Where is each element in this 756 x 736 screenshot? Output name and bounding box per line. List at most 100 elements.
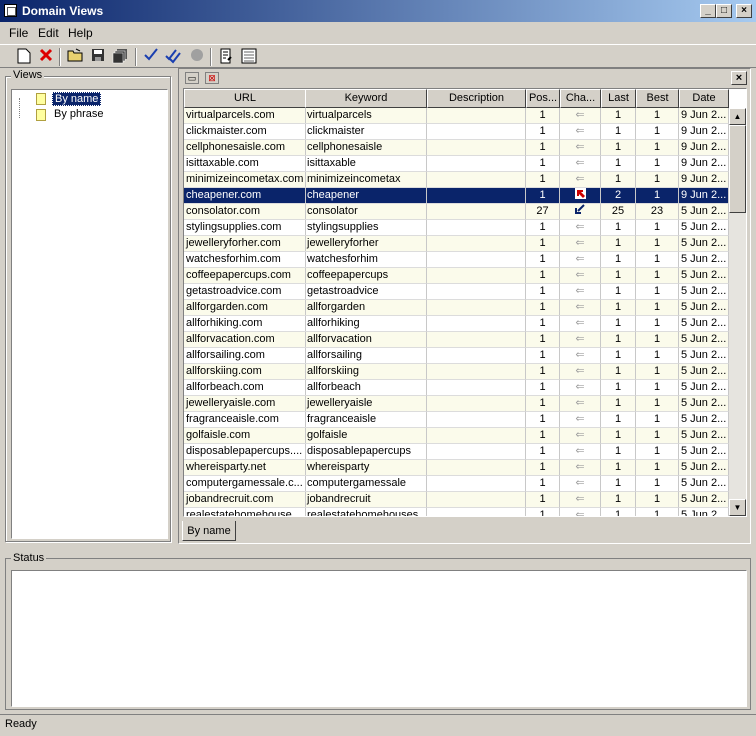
- col-best-cell: 1: [636, 476, 679, 492]
- table-row[interactable]: getastroadvice.com getastroadvice 1 ⇐ 1 1 5 Ju…: [184, 284, 729, 300]
- col-url-cell: allforbeach.com: [184, 380, 306, 396]
- table-row[interactable]: jewelleryforher.com jewelleryforher 1 ⇐ 1 1 5 …: [184, 236, 729, 252]
- views-tree[interactable]: By name By phrase: [11, 89, 168, 539]
- table-row[interactable]: realestatehomehouse... realestatehomehous…: [184, 508, 729, 516]
- table-row[interactable]: disposablepapercups.... disposablepapercu…: [184, 444, 729, 460]
- table-row[interactable]: allforsailing.com allforsailing 1 ⇐ 1 1 5 Jun …: [184, 348, 729, 364]
- minimize-button[interactable]: _: [700, 4, 716, 18]
- col-last-header[interactable]: Last: [601, 89, 636, 108]
- table-row[interactable]: virtualparcels.com virtualparcels 1 ⇐ 1 1 9 Ju…: [184, 108, 729, 124]
- col-date-cell: 9 Jun 2...: [679, 108, 729, 124]
- maximize-button[interactable]: □: [716, 4, 732, 18]
- col-last-cell: 1: [601, 108, 636, 124]
- col-best-cell: 1: [636, 412, 679, 428]
- table-row[interactable]: watchesforhim.com watchesforhim 1 ⇐ 1 1 5 Jun …: [184, 252, 729, 268]
- col-description-cell: [427, 492, 526, 508]
- table-row[interactable]: allforvacation.com allforvacation 1 ⇐ 1 1 5 Ju…: [184, 332, 729, 348]
- app-icon[interactable]: [4, 4, 17, 17]
- title-bar[interactable]: Domain Views _ □ ×: [0, 0, 756, 22]
- script-icon[interactable]: [217, 48, 235, 66]
- col-url-cell: clickmaister.com: [184, 124, 306, 140]
- col-description-cell: [427, 428, 526, 444]
- table-row[interactable]: stylingsupplies.com stylingsupplies 1 ⇐ 1 1 5 …: [184, 220, 729, 236]
- col-url-cell: cheapener.com: [184, 188, 306, 204]
- change-cell: [560, 204, 601, 220]
- col-description-header[interactable]: Description: [427, 89, 526, 108]
- col-description-cell: [427, 364, 526, 380]
- col-position-cell: 1: [526, 364, 560, 380]
- close-button[interactable]: ×: [736, 4, 752, 18]
- export-icon[interactable]: [240, 48, 258, 66]
- save-icon[interactable]: [89, 48, 107, 66]
- close-view-icon[interactable]: ⊠: [205, 72, 219, 84]
- table-row[interactable]: cellphonesaisle.com cellphonesaisle 1 ⇐ 1 1 9 …: [184, 140, 729, 156]
- menu-help[interactable]: Help: [68, 26, 93, 40]
- change-cell: ⇐: [560, 124, 601, 140]
- domain-grid[interactable]: URL Keyword Description Pos... Cha... Last Bes…: [183, 88, 747, 517]
- save-all-icon[interactable]: [111, 48, 129, 66]
- menu-file[interactable]: File: [9, 26, 28, 40]
- table-row[interactable]: whereisparty.net whereisparty 1 ⇐ 1 1 5 Jun 2.…: [184, 460, 729, 476]
- status-output[interactable]: [11, 570, 747, 707]
- delete-icon[interactable]: [37, 48, 55, 66]
- col-date-cell: 5 Jun 2...: [679, 508, 729, 516]
- col-last-cell: 1: [601, 156, 636, 172]
- col-position-cell: 1: [526, 412, 560, 428]
- scroll-down-button[interactable]: ▼: [729, 499, 746, 516]
- table-row[interactable]: minimizeincometax.com minimizeincometax 1 ⇐…: [184, 172, 729, 188]
- split-view-icon[interactable]: ▭: [185, 72, 199, 84]
- no-change-arrow-icon: ⇐: [575, 365, 585, 377]
- vertical-scrollbar[interactable]: ▲ ▼: [729, 108, 746, 516]
- table-row[interactable]: computergamessale.c... computergamessale 1…: [184, 476, 729, 492]
- col-change-header[interactable]: Cha...: [560, 89, 601, 108]
- scroll-thumb[interactable]: [729, 125, 746, 213]
- col-keyword-header[interactable]: Keyword: [305, 89, 427, 108]
- col-keyword-cell: isittaxable: [305, 156, 427, 172]
- col-position-header[interactable]: Pos...: [526, 89, 560, 108]
- menu-edit[interactable]: Edit: [38, 26, 59, 40]
- col-url-cell: allforskiing.com: [184, 364, 306, 380]
- close-panel-button[interactable]: ×: [731, 71, 747, 85]
- col-best-cell: 1: [636, 364, 679, 380]
- col-best-header[interactable]: Best: [636, 89, 679, 108]
- table-row[interactable]: jobandrecruit.com jobandrecruit 1 ⇐ 1 1 5 Jun …: [184, 492, 729, 508]
- open-icon[interactable]: [66, 48, 84, 66]
- col-keyword-cell: fragranceaisle: [305, 412, 427, 428]
- table-row[interactable]: allforgarden.com allforgarden 1 ⇐ 1 1 5 Jun 2.…: [184, 300, 729, 316]
- change-cell: ⇐: [560, 156, 601, 172]
- col-date-cell: 5 Jun 2...: [679, 364, 729, 380]
- col-url-cell: consolator.com: [184, 204, 306, 220]
- new-icon[interactable]: [15, 48, 33, 66]
- col-keyword-cell: stylingsupplies: [305, 220, 427, 236]
- toolbar-separator: [135, 48, 137, 66]
- check-all-icon[interactable]: [164, 48, 182, 66]
- table-row[interactable]: allforhiking.com allforhiking 1 ⇐ 1 1 5 Jun 2.…: [184, 316, 729, 332]
- tab-by-name[interactable]: By name: [182, 521, 236, 541]
- col-last-cell: 25: [601, 204, 636, 220]
- table-row[interactable]: clickmaister.com clickmaister 1 ⇐ 1 1 9 Jun 2.…: [184, 124, 729, 140]
- table-row[interactable]: consolator.com consolator 27 25 23 5 Jun 2...: [184, 204, 729, 220]
- scroll-up-button[interactable]: ▲: [729, 108, 746, 125]
- col-date-cell: 5 Jun 2...: [679, 396, 729, 412]
- col-date-cell: 5 Jun 2...: [679, 332, 729, 348]
- col-url-header[interactable]: URL: [184, 89, 306, 108]
- table-row[interactable]: allforskiing.com allforskiing 1 ⇐ 1 1 5 Jun 2.…: [184, 364, 729, 380]
- table-row[interactable]: fragranceaisle.com fragranceaisle 1 ⇐ 1 1 5 Ju…: [184, 412, 729, 428]
- col-best-cell: 1: [636, 444, 679, 460]
- table-row[interactable]: golfaisle.com golfaisle 1 ⇐ 1 1 5 Jun 2...: [184, 428, 729, 444]
- table-row[interactable]: cheapener.com cheapener 1 2 1 9 Jun 2...: [184, 188, 729, 204]
- rank-up-arrow-icon: [574, 188, 586, 202]
- col-keyword-cell: allforsailing: [305, 348, 427, 364]
- col-position-cell: 1: [526, 476, 560, 492]
- col-last-cell: 1: [601, 492, 636, 508]
- col-url-cell: jobandrecruit.com: [184, 492, 306, 508]
- col-last-cell: 1: [601, 460, 636, 476]
- table-row[interactable]: coffeepapercups.com coffeepapercups 1 ⇐ 1 1 5 …: [184, 268, 729, 284]
- stop-icon[interactable]: [188, 48, 206, 66]
- col-date-header[interactable]: Date: [679, 89, 729, 108]
- check-icon[interactable]: [142, 48, 160, 66]
- table-row[interactable]: jewelleryaisle.com jewelleryaisle 1 ⇐ 1 1 5 Ju…: [184, 396, 729, 412]
- table-row[interactable]: isittaxable.com isittaxable 1 ⇐ 1 1 9 Jun 2...: [184, 156, 729, 172]
- table-row[interactable]: allforbeach.com allforbeach 1 ⇐ 1 1 5 Jun 2...: [184, 380, 729, 396]
- col-best-cell: 1: [636, 428, 679, 444]
